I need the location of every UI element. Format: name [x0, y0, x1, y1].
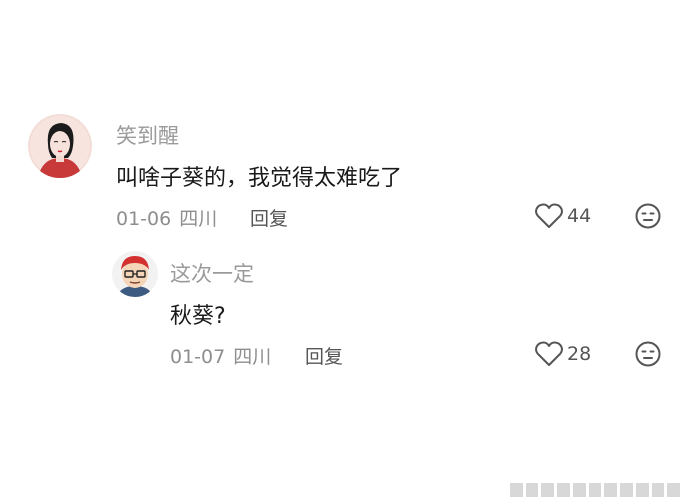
comment-username[interactable]: 笑到醒	[116, 120, 179, 150]
comment-date: 01-06	[116, 208, 172, 230]
comment-username[interactable]: 这次一定	[170, 258, 254, 288]
neutral-face-icon	[635, 203, 661, 229]
dislike-button[interactable]	[635, 203, 661, 233]
heart-icon	[535, 341, 563, 366]
heart-icon	[535, 203, 563, 228]
dislike-button[interactable]	[635, 341, 661, 371]
avatar[interactable]	[112, 251, 158, 297]
like-button[interactable]: 44	[535, 203, 591, 229]
comment-meta: 01-06 四川	[116, 204, 217, 231]
comment-meta: 01-07 四川	[170, 342, 271, 369]
comment-date: 01-07	[170, 346, 226, 368]
comment-text: 秋葵?	[170, 304, 226, 329]
like-count: 28	[567, 343, 592, 365]
like-button[interactable]: 28	[535, 341, 591, 367]
comment-location: 四川	[233, 346, 272, 368]
comment-text: 叫啥子葵的，我觉得太难吃了	[116, 166, 403, 191]
neutral-face-icon	[635, 341, 661, 367]
woman-portrait-icon	[28, 114, 92, 178]
like-count: 44	[567, 205, 592, 227]
cartoon-man-icon	[112, 251, 158, 297]
watermark	[510, 482, 681, 498]
reply-button[interactable]: 回复	[250, 204, 288, 231]
reply-button[interactable]: 回复	[305, 342, 343, 369]
comment-location: 四川	[179, 208, 218, 230]
avatar[interactable]	[28, 114, 92, 178]
